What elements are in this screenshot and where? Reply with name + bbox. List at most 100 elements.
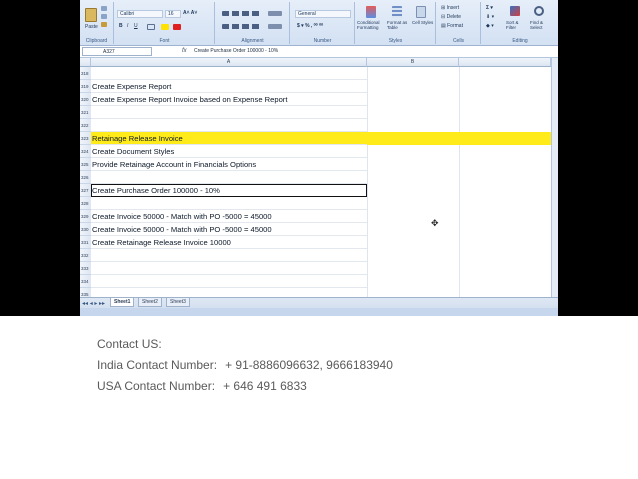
delete-button[interactable]: ⊟ Delete	[441, 14, 461, 21]
font-name-select[interactable]: Calibri	[117, 10, 163, 18]
autosum-icon[interactable]: Σ ▾	[486, 5, 493, 12]
tab-sheet3[interactable]: Sheet3	[166, 298, 190, 307]
fill-icon[interactable]: ⬇ ▾	[486, 14, 494, 21]
merge-center-icon[interactable]	[268, 24, 282, 29]
ribbon: Paste Clipboard Calibri 16 A˄ A˅ B I U F…	[80, 0, 558, 46]
find-select-button[interactable]: Find & Select	[530, 20, 554, 30]
column-header-b[interactable]: B	[367, 58, 459, 67]
horizontal-align-icons[interactable]	[222, 24, 262, 29]
fx-icon[interactable]: fx	[182, 47, 187, 56]
format-as-table-button[interactable]: Format as Table	[387, 20, 409, 30]
row-header[interactable]: 327	[80, 184, 91, 197]
borders-icon[interactable]	[147, 24, 155, 30]
row-header[interactable]: 330	[80, 223, 91, 236]
cell-styles-icon[interactable]	[416, 6, 426, 18]
font-label: Font	[159, 38, 170, 44]
cell-a[interactable]: Create Invoice 50000 - Match with PO -50…	[91, 210, 367, 223]
row-header[interactable]: 321	[80, 106, 91, 119]
cell-a[interactable]	[91, 67, 367, 80]
conditional-formatting-button[interactable]: Conditional Formatting	[357, 20, 387, 30]
fill-color-icon[interactable]	[161, 24, 169, 30]
grow-font-icon[interactable]: A˄ A˅	[183, 10, 197, 17]
currency-percent-icons[interactable]: $ ▾ % , ⁰⁰ ⁰⁰	[297, 23, 323, 30]
cells-group: ⊞ Insert ⊟ Delete ▤ Format Cells	[437, 2, 481, 44]
tab-sheet1[interactable]: Sheet1	[110, 298, 135, 307]
cell-a[interactable]: Create Invoice 50000 - Match with PO -50…	[91, 223, 367, 236]
paste-button[interactable]: Paste	[85, 24, 98, 31]
bold-icon[interactable]: B	[119, 23, 123, 30]
row-header[interactable]: 323	[80, 132, 91, 145]
number-format-select[interactable]: General	[295, 10, 351, 18]
cell-a[interactable]: Retainage Release Invoice	[91, 132, 367, 145]
number-group: General $ ▾ % , ⁰⁰ ⁰⁰ Number	[291, 2, 355, 44]
usa-contact-value: + 646 491 6833	[223, 379, 307, 393]
wrap-text-icon[interactable]	[268, 11, 282, 16]
vertical-scrollbar[interactable]	[551, 58, 558, 297]
column-header-a[interactable]: A	[91, 58, 367, 67]
name-box[interactable]: A327	[82, 47, 152, 56]
cell-a[interactable]	[91, 171, 367, 184]
sort-filter-icon[interactable]	[510, 6, 520, 16]
row-header[interactable]: 333	[80, 262, 91, 275]
row-header[interactable]: 325	[80, 158, 91, 171]
row-header[interactable]: 332	[80, 249, 91, 262]
cell-a[interactable]: Provide Retainage Account in Financials …	[91, 158, 367, 171]
cell-a[interactable]: Create Expense Report	[91, 80, 367, 93]
underline-icon[interactable]: U	[134, 23, 138, 30]
row-header[interactable]: 328	[80, 197, 91, 210]
cell-a[interactable]	[91, 197, 367, 210]
tab-sheet2[interactable]: Sheet2	[138, 298, 162, 307]
editing-group: Σ ▾ ⬇ ▾ ◆ ▾ Sort & Filter Find & Select …	[482, 2, 558, 44]
format-as-table-icon[interactable]	[392, 6, 402, 18]
row-header[interactable]: 326	[80, 171, 91, 184]
cells-label: Cells	[452, 38, 465, 44]
row-header[interactable]: 320	[80, 93, 91, 106]
row-header[interactable]: 318	[80, 67, 91, 80]
status-bar	[80, 308, 558, 316]
column-header-c[interactable]	[459, 58, 551, 67]
row-header[interactable]: 331	[80, 236, 91, 249]
spreadsheet-screenshot: Paste Clipboard Calibri 16 A˄ A˅ B I U F…	[0, 0, 638, 316]
contact-heading: Contact US:	[97, 337, 162, 351]
insert-button[interactable]: ⊞ Insert	[441, 5, 459, 12]
format-painter-icon[interactable]	[101, 22, 107, 27]
india-contact-value: + 91-8886096632, 9666183940	[225, 358, 393, 372]
cell-a[interactable]	[91, 119, 367, 132]
find-select-icon[interactable]	[534, 6, 544, 16]
usa-contact-line: USA Contact Number: + 646 491 6833	[97, 376, 393, 397]
paste-icon[interactable]	[85, 8, 97, 22]
cut-icon[interactable]	[101, 6, 107, 11]
clipboard-group: Paste Clipboard	[80, 2, 114, 44]
conditional-formatting-icon[interactable]	[366, 6, 376, 18]
cell-pointer-cursor-icon: ✥	[431, 218, 439, 228]
cell-a[interactable]	[91, 249, 367, 262]
cell-a[interactable]	[91, 106, 367, 119]
copy-icon[interactable]	[101, 14, 107, 19]
row-header[interactable]: 334	[80, 275, 91, 288]
number-label: Number	[313, 38, 332, 44]
sort-filter-button[interactable]: Sort & Filter	[506, 20, 528, 30]
cell-styles-button[interactable]: Cell Styles	[412, 20, 434, 25]
styles-label: Styles	[388, 38, 403, 44]
cell-a[interactable]: Create Expense Report Invoice based on E…	[91, 93, 367, 106]
select-all-corner[interactable]	[80, 58, 91, 67]
cell-a[interactable]: Create Document Styles	[91, 145, 367, 158]
format-button[interactable]: ▤ Format	[441, 23, 463, 30]
contact-block: Contact US: India Contact Number: + 91-88…	[97, 334, 393, 397]
row-header[interactable]: 324	[80, 145, 91, 158]
font-color-icon[interactable]	[173, 24, 181, 30]
cell-a[interactable]: Create Retainage Release Invoice 10000	[91, 236, 367, 249]
row-header[interactable]: 319	[80, 80, 91, 93]
row-header[interactable]: 322	[80, 119, 91, 132]
editing-label: Editing	[512, 38, 528, 44]
cell-a[interactable]	[91, 262, 367, 275]
vertical-align-icons[interactable]	[222, 11, 262, 16]
alignment-group: Alignment	[216, 2, 290, 44]
font-size-select[interactable]: 16	[165, 10, 181, 18]
formula-input[interactable]: Create Purchase Order 100000 - 10%	[194, 47, 278, 56]
cell-a[interactable]	[91, 275, 367, 288]
clear-icon[interactable]: ◆ ▾	[486, 23, 494, 30]
cell-a[interactable]: Create Purchase Order 100000 - 10%	[91, 184, 367, 197]
row-header[interactable]: 329	[80, 210, 91, 223]
italic-icon[interactable]: I	[127, 23, 128, 30]
